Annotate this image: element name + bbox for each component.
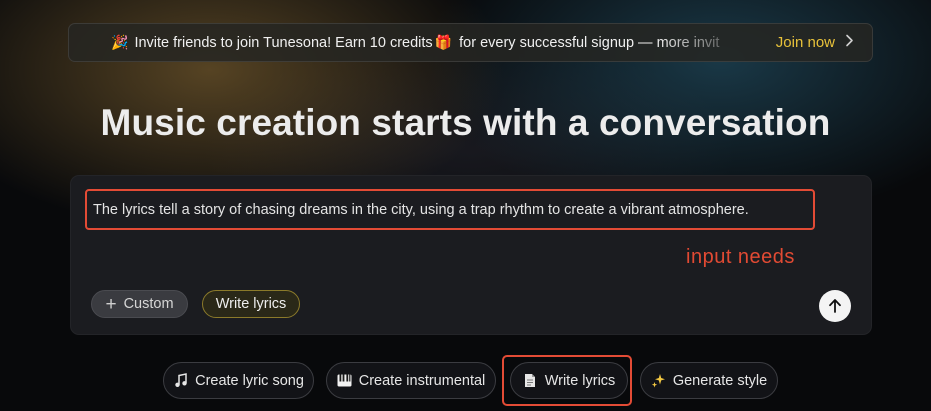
suggestion-row: Create lyric song Create instrumental Wr…: [0, 362, 931, 400]
prompt-input-value: The lyrics tell a story of chasing dream…: [93, 201, 749, 218]
custom-button[interactable]: + Custom: [91, 290, 188, 318]
write-lyrics-mode-chip[interactable]: Write lyrics: [202, 290, 300, 318]
gift-icon: 🎁: [434, 34, 453, 50]
party-popper-icon: 🎉: [111, 34, 129, 50]
music-note-icon: [173, 373, 188, 388]
prompt-input[interactable]: The lyrics tell a story of chasing dream…: [85, 189, 815, 230]
invite-banner[interactable]: 🎉 Invite friends to join Tunesona! Earn 1…: [68, 23, 873, 62]
custom-button-label: Custom: [123, 296, 174, 312]
send-button[interactable]: [819, 290, 851, 322]
generate-style-button[interactable]: Generate style: [640, 362, 778, 399]
document-icon: [523, 373, 538, 388]
banner-text-after: for every successful signup — more invit: [455, 35, 720, 51]
create-instrumental-button[interactable]: Create instrumental: [326, 362, 496, 399]
write-lyrics-button[interactable]: Write lyrics: [510, 362, 628, 399]
create-lyric-song-label: Create lyric song: [195, 372, 304, 389]
chevron-right-icon: [845, 34, 854, 51]
mode-chip-label: Write lyrics: [215, 296, 287, 312]
join-now-label: Join now: [775, 34, 835, 51]
piano-icon: [337, 373, 352, 388]
create-instrumental-label: Create instrumental: [358, 372, 486, 389]
sparkles-icon: [651, 373, 666, 388]
arrow-up-icon: [828, 298, 842, 314]
banner-marquee: 🎉 Invite friends to join Tunesona! Earn 1…: [111, 24, 752, 61]
create-lyric-song-button[interactable]: Create lyric song: [163, 362, 314, 399]
prompt-composer: The lyrics tell a story of chasing dream…: [70, 175, 872, 335]
join-now-link[interactable]: Join now: [776, 24, 854, 61]
annotation-label: input needs: [686, 246, 795, 268]
banner-text-before: Invite friends to join Tunesona! Earn 10…: [134, 35, 433, 51]
plus-icon: +: [105, 293, 117, 315]
banner-message: 🎉 Invite friends to join Tunesona! Earn 1…: [111, 34, 719, 51]
write-lyrics-label: Write lyrics: [544, 372, 616, 389]
generate-style-label: Generate style: [672, 372, 768, 389]
page-title: Music creation starts with a conversatio…: [100, 102, 831, 143]
